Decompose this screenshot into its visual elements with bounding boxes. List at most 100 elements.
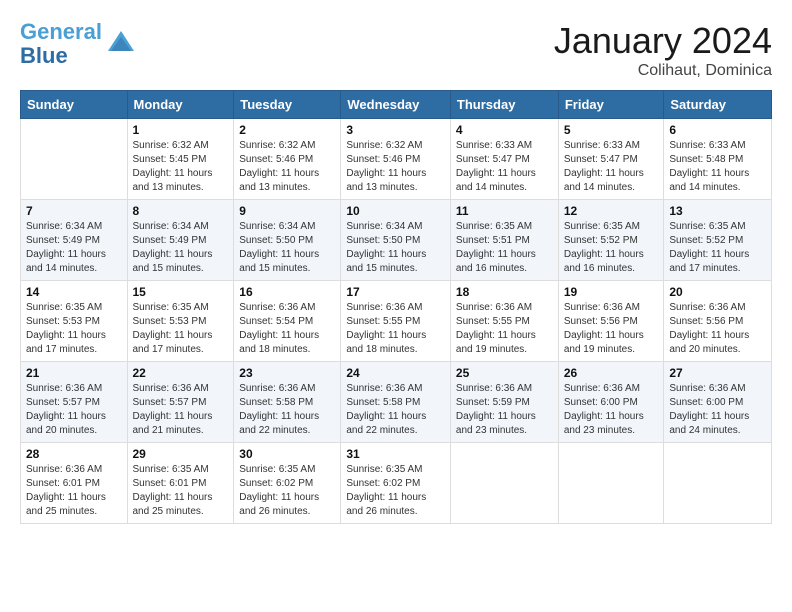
week-row-1: 1 Sunrise: 6:32 AM Sunset: 5:45 PM Daylig… <box>21 119 772 200</box>
day-number: 8 <box>133 204 229 218</box>
day-cell: 30Sunrise: 6:35 AM Sunset: 6:02 PM Dayli… <box>234 443 341 524</box>
day-cell: 15 Sunrise: 6:35 AM Sunset: 5:53 PM Dayli… <box>127 281 234 362</box>
day-number: 12 <box>564 204 659 218</box>
day-cell: 17 Sunrise: 6:36 AM Sunset: 5:55 PM Dayli… <box>341 281 451 362</box>
day-info: Sunrise: 6:36 AM Sunset: 5:55 PM Dayligh… <box>456 301 553 357</box>
day-info: Sunrise: 6:33 AM Sunset: 5:48 PM Dayligh… <box>669 139 766 195</box>
day-cell: 8 Sunrise: 6:34 AM Sunset: 5:49 PM Daylig… <box>127 200 234 281</box>
day-info: Sunrise: 6:36 AM Sunset: 5:57 PM Dayligh… <box>26 382 122 438</box>
day-info: Sunrise: 6:34 AM Sunset: 5:50 PM Dayligh… <box>239 220 335 276</box>
day-cell: 9 Sunrise: 6:34 AM Sunset: 5:50 PM Daylig… <box>234 200 341 281</box>
day-info: Sunrise: 6:35 AM Sunset: 5:52 PM Dayligh… <box>669 220 766 276</box>
day-info: Sunrise: 6:36 AM Sunset: 6:00 PM Dayligh… <box>564 382 659 438</box>
logo: GeneralBlue <box>20 20 136 68</box>
day-number: 1 <box>133 123 229 137</box>
day-info: Sunrise: 6:35 AM Sunset: 5:53 PM Dayligh… <box>26 301 122 357</box>
day-info: Sunrise: 6:34 AM Sunset: 5:50 PM Dayligh… <box>346 220 445 276</box>
day-info: Sunrise: 6:33 AM Sunset: 5:47 PM Dayligh… <box>564 139 659 195</box>
day-info: Sunrise: 6:36 AM Sunset: 5:59 PM Dayligh… <box>456 382 553 438</box>
day-number: 17 <box>346 285 445 299</box>
day-cell: 3 Sunrise: 6:32 AM Sunset: 5:46 PM Daylig… <box>341 119 451 200</box>
day-info: Sunrise: 6:34 AM Sunset: 5:49 PM Dayligh… <box>26 220 122 276</box>
calendar-header: SundayMondayTuesdayWednesdayThursdayFrid… <box>21 91 772 119</box>
day-info: Sunrise: 6:36 AM Sunset: 5:54 PM Dayligh… <box>239 301 335 357</box>
day-info: Sunrise: 6:35 AM Sunset: 6:02 PM Dayligh… <box>346 463 445 519</box>
day-info: Sunrise: 6:36 AM Sunset: 5:56 PM Dayligh… <box>564 301 659 357</box>
day-cell: 11 Sunrise: 6:35 AM Sunset: 5:51 PM Dayli… <box>450 200 558 281</box>
day-info: Sunrise: 6:35 AM Sunset: 6:01 PM Dayligh… <box>133 463 229 519</box>
day-cell: 5 Sunrise: 6:33 AM Sunset: 5:47 PM Daylig… <box>558 119 664 200</box>
day-cell: 7 Sunrise: 6:34 AM Sunset: 5:49 PM Daylig… <box>21 200 128 281</box>
day-number: 20 <box>669 285 766 299</box>
day-cell <box>21 119 128 200</box>
day-number: 25 <box>456 366 553 380</box>
day-number: 2 <box>239 123 335 137</box>
day-number: 14 <box>26 285 122 299</box>
day-number: 9 <box>239 204 335 218</box>
day-cell: 13Sunrise: 6:35 AM Sunset: 5:52 PM Dayli… <box>664 200 772 281</box>
day-number: 24 <box>346 366 445 380</box>
day-number: 11 <box>456 204 553 218</box>
header-cell-wednesday: Wednesday <box>341 91 451 119</box>
day-cell: 16Sunrise: 6:36 AM Sunset: 5:54 PM Dayli… <box>234 281 341 362</box>
day-cell: 31Sunrise: 6:35 AM Sunset: 6:02 PM Dayli… <box>341 443 451 524</box>
day-number: 6 <box>669 123 766 137</box>
day-cell: 14 Sunrise: 6:35 AM Sunset: 5:53 PM Dayli… <box>21 281 128 362</box>
day-number: 19 <box>564 285 659 299</box>
day-cell: 18 Sunrise: 6:36 AM Sunset: 5:55 PM Dayli… <box>450 281 558 362</box>
header-cell-sunday: Sunday <box>21 91 128 119</box>
day-number: 5 <box>564 123 659 137</box>
week-row-4: 21Sunrise: 6:36 AM Sunset: 5:57 PM Dayli… <box>21 362 772 443</box>
day-cell: 23Sunrise: 6:36 AM Sunset: 5:58 PM Dayli… <box>234 362 341 443</box>
day-number: 27 <box>669 366 766 380</box>
day-info: Sunrise: 6:36 AM Sunset: 5:58 PM Dayligh… <box>346 382 445 438</box>
page-header: GeneralBlue January 2024 Colihaut, Domin… <box>20 20 772 80</box>
week-row-3: 14 Sunrise: 6:35 AM Sunset: 5:53 PM Dayli… <box>21 281 772 362</box>
day-cell: 19 Sunrise: 6:36 AM Sunset: 5:56 PM Dayli… <box>558 281 664 362</box>
logo-icon <box>106 29 136 59</box>
header-cell-friday: Friday <box>558 91 664 119</box>
day-cell: 25 Sunrise: 6:36 AM Sunset: 5:59 PM Dayli… <box>450 362 558 443</box>
day-number: 3 <box>346 123 445 137</box>
day-cell: 24 Sunrise: 6:36 AM Sunset: 5:58 PM Dayli… <box>341 362 451 443</box>
day-number: 10 <box>346 204 445 218</box>
day-info: Sunrise: 6:35 AM Sunset: 6:02 PM Dayligh… <box>239 463 335 519</box>
day-number: 4 <box>456 123 553 137</box>
day-cell: 29 Sunrise: 6:35 AM Sunset: 6:01 PM Dayli… <box>127 443 234 524</box>
day-cell: 10 Sunrise: 6:34 AM Sunset: 5:50 PM Dayli… <box>341 200 451 281</box>
header-cell-tuesday: Tuesday <box>234 91 341 119</box>
day-number: 15 <box>133 285 229 299</box>
day-cell: 12 Sunrise: 6:35 AM Sunset: 5:52 PM Dayli… <box>558 200 664 281</box>
day-cell: 20Sunrise: 6:36 AM Sunset: 5:56 PM Dayli… <box>664 281 772 362</box>
day-info: Sunrise: 6:35 AM Sunset: 5:51 PM Dayligh… <box>456 220 553 276</box>
day-cell <box>664 443 772 524</box>
day-info: Sunrise: 6:36 AM Sunset: 5:55 PM Dayligh… <box>346 301 445 357</box>
day-cell: 27 Sunrise: 6:36 AM Sunset: 6:00 PM Dayli… <box>664 362 772 443</box>
day-cell: 1 Sunrise: 6:32 AM Sunset: 5:45 PM Daylig… <box>127 119 234 200</box>
day-info: Sunrise: 6:32 AM Sunset: 5:46 PM Dayligh… <box>239 139 335 195</box>
calendar-body: 1 Sunrise: 6:32 AM Sunset: 5:45 PM Daylig… <box>21 119 772 524</box>
calendar-table: SundayMondayTuesdayWednesdayThursdayFrid… <box>20 90 772 524</box>
day-info: Sunrise: 6:34 AM Sunset: 5:49 PM Dayligh… <box>133 220 229 276</box>
day-number: 7 <box>26 204 122 218</box>
header-cell-monday: Monday <box>127 91 234 119</box>
calendar-title: January 2024 <box>554 20 772 62</box>
day-cell: 28Sunrise: 6:36 AM Sunset: 6:01 PM Dayli… <box>21 443 128 524</box>
day-info: Sunrise: 6:32 AM Sunset: 5:46 PM Dayligh… <box>346 139 445 195</box>
day-cell: 6 Sunrise: 6:33 AM Sunset: 5:48 PM Daylig… <box>664 119 772 200</box>
day-info: Sunrise: 6:36 AM Sunset: 5:57 PM Dayligh… <box>133 382 229 438</box>
week-row-2: 7 Sunrise: 6:34 AM Sunset: 5:49 PM Daylig… <box>21 200 772 281</box>
calendar-subtitle: Colihaut, Dominica <box>554 62 772 80</box>
day-number: 18 <box>456 285 553 299</box>
header-cell-saturday: Saturday <box>664 91 772 119</box>
day-info: Sunrise: 6:35 AM Sunset: 5:52 PM Dayligh… <box>564 220 659 276</box>
day-info: Sunrise: 6:32 AM Sunset: 5:45 PM Dayligh… <box>133 139 229 195</box>
day-number: 26 <box>564 366 659 380</box>
day-number: 29 <box>133 447 229 461</box>
day-info: Sunrise: 6:35 AM Sunset: 5:53 PM Dayligh… <box>133 301 229 357</box>
day-cell: 2 Sunrise: 6:32 AM Sunset: 5:46 PM Daylig… <box>234 119 341 200</box>
day-info: Sunrise: 6:36 AM Sunset: 6:00 PM Dayligh… <box>669 382 766 438</box>
week-row-5: 28Sunrise: 6:36 AM Sunset: 6:01 PM Dayli… <box>21 443 772 524</box>
day-number: 28 <box>26 447 122 461</box>
day-cell: 22Sunrise: 6:36 AM Sunset: 5:57 PM Dayli… <box>127 362 234 443</box>
